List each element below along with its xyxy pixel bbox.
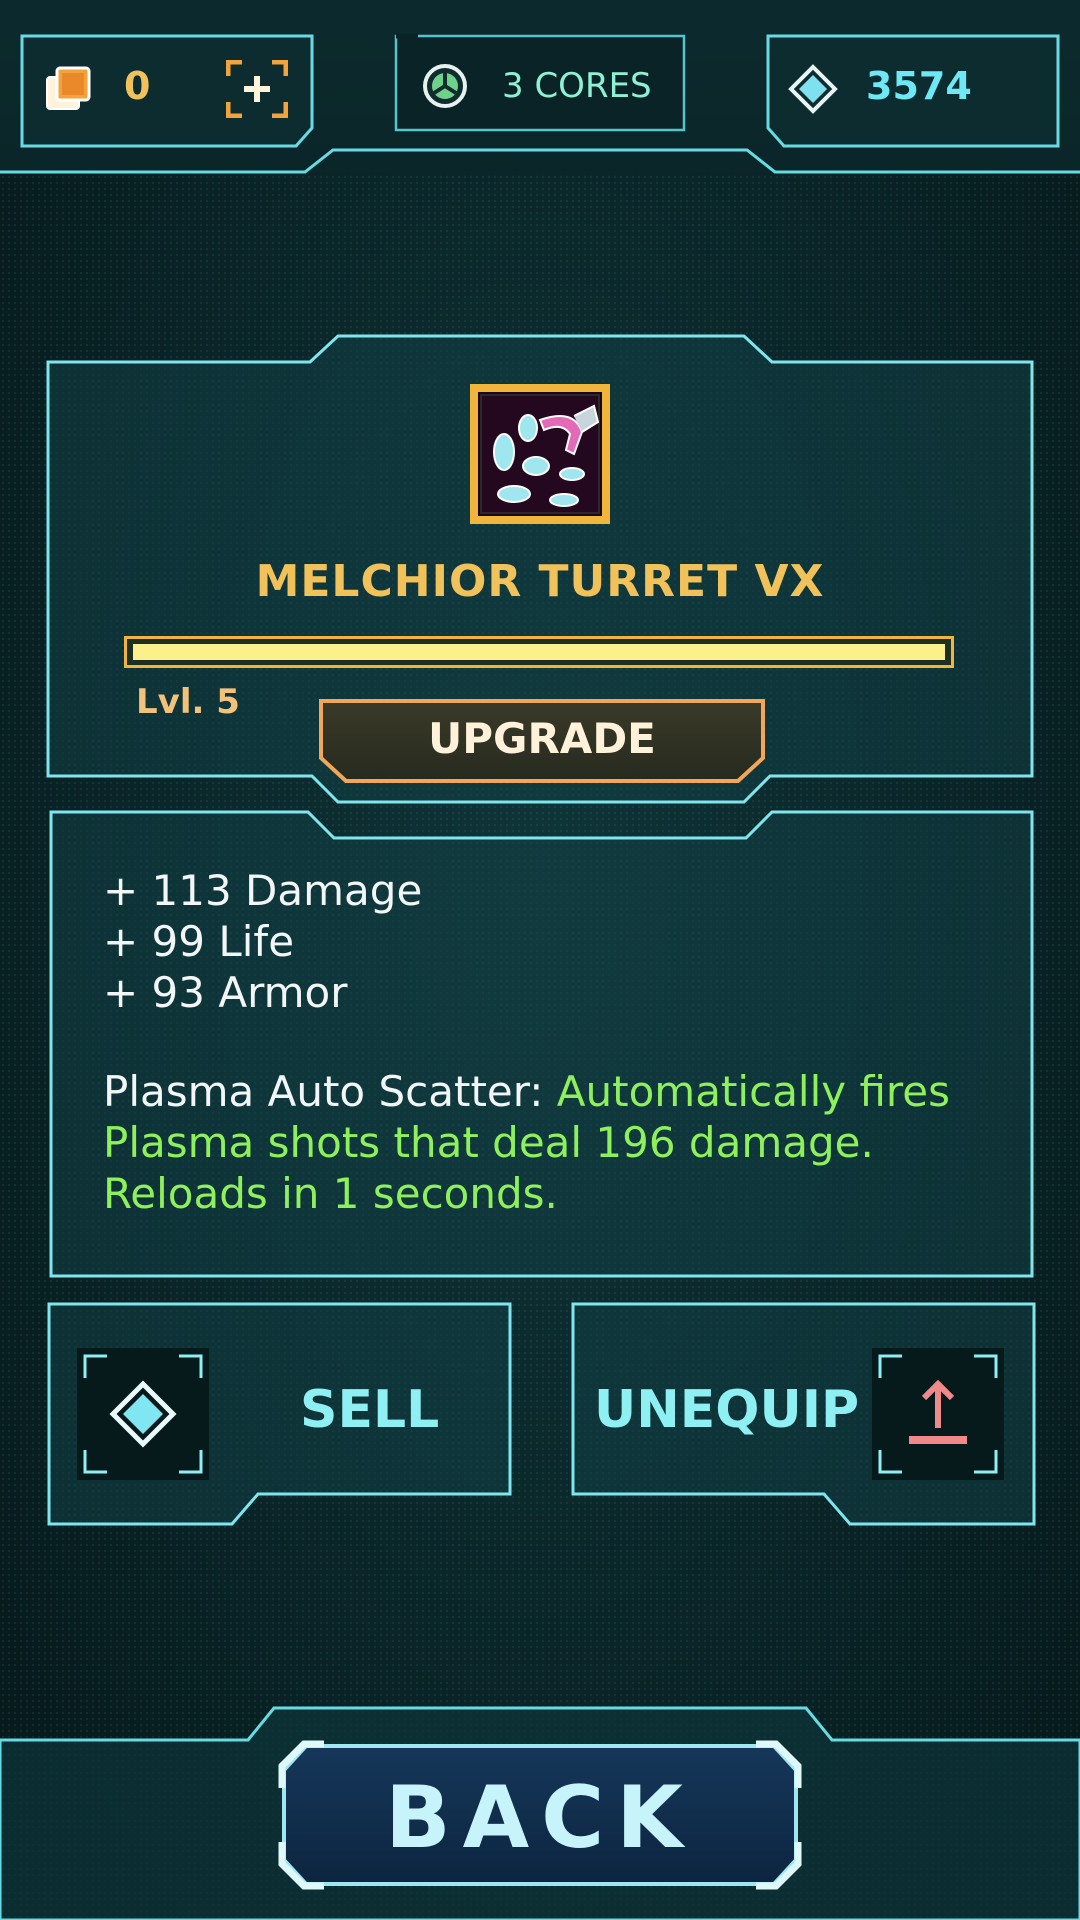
footer-frame (0, 1706, 1080, 1920)
back-label[interactable]: BACK (276, 1768, 804, 1868)
